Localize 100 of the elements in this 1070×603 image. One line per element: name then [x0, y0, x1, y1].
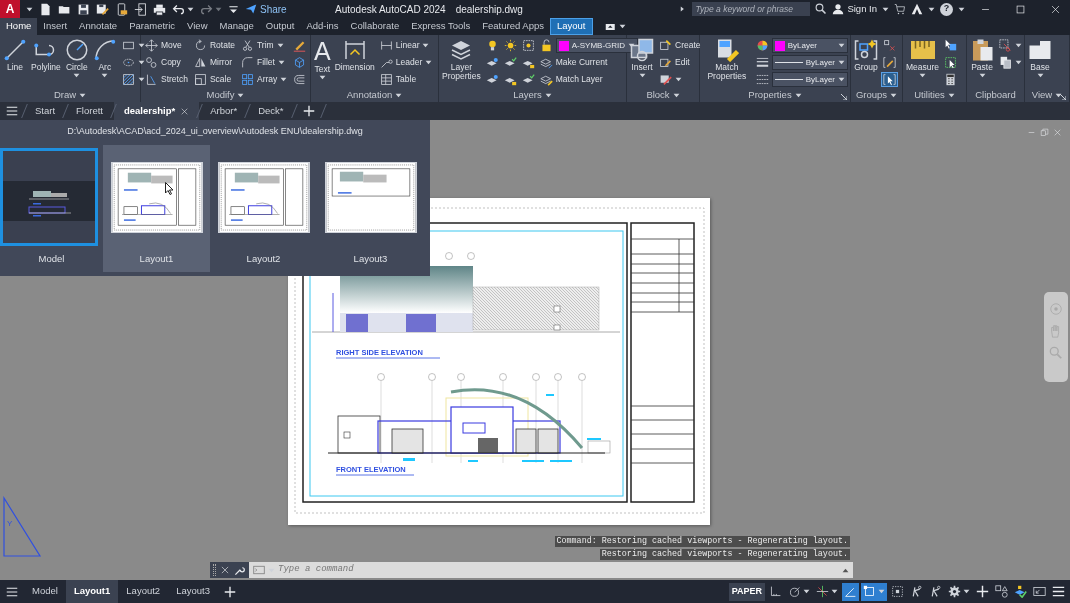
ribbon-button[interactable]: Leader	[377, 55, 435, 70]
layout-tab[interactable]: Layout2	[118, 580, 169, 603]
ribbon-button[interactable]: Make Current	[537, 55, 610, 70]
bar-caret-icon[interactable]	[228, 3, 239, 15]
ribbon-button[interactable]: Stretch	[143, 72, 190, 87]
icon-button[interactable]	[881, 72, 898, 87]
dropdown-field[interactable]: A-SYMB-GRID	[555, 38, 639, 53]
model-tab[interactable]: Model	[24, 580, 66, 603]
ribbon-tab[interactable]: View	[181, 18, 214, 35]
ribbon-button[interactable]: Insert	[629, 38, 655, 78]
ribbon-button[interactable]: Dimension	[333, 38, 376, 72]
wrench-icon[interactable]	[234, 564, 245, 576]
ribbon-tab[interactable]: Manage	[213, 18, 260, 35]
ribbon-tab[interactable]: Output	[259, 18, 301, 35]
ribbon-button[interactable]: Base	[1027, 38, 1053, 78]
panel-title[interactable]: View	[1031, 87, 1063, 103]
ribbon-button[interactable]: Trim	[239, 38, 286, 53]
quick-access-button[interactable]	[134, 2, 147, 16]
help-button[interactable]: ?	[940, 2, 953, 16]
command-line-field[interactable]: Type a command	[249, 562, 853, 578]
dropdown-field[interactable]: ByLayer	[771, 38, 848, 53]
status-button[interactable]	[842, 582, 859, 601]
ribbon-button[interactable]: Group	[853, 38, 879, 72]
app-logo[interactable]: A	[0, 0, 20, 18]
file-tab[interactable]: dealership*	[114, 102, 200, 120]
ribbon-button[interactable]: Fillet	[239, 55, 287, 70]
dialog-launcher-icon[interactable]	[841, 94, 847, 100]
layout-preview-item[interactable]: Layout1	[103, 145, 210, 272]
menu-icon[interactable]	[6, 585, 18, 598]
quick-access-button[interactable]	[115, 2, 128, 16]
plus-icon[interactable]	[302, 105, 315, 117]
panel-title[interactable]: Block	[646, 87, 680, 103]
panel-title[interactable]: Draw	[53, 87, 87, 103]
panel-title[interactable]: Groups	[855, 87, 898, 103]
ribbon-button[interactable]: Move	[143, 38, 184, 53]
ribbon-button[interactable]: Arc	[91, 38, 118, 78]
panel-title[interactable]: Layers	[513, 87, 552, 103]
menu-icon[interactable]	[6, 105, 18, 117]
panel-title[interactable]: Annotation	[346, 87, 403, 103]
plus-icon[interactable]	[223, 585, 236, 598]
ribbon-tab[interactable]: Layout	[549, 18, 593, 35]
ribbon-tab[interactable]: Insert	[37, 18, 74, 35]
ribbon-button[interactable]: Create	[657, 38, 703, 53]
ribbon-button[interactable]: Array	[239, 72, 290, 87]
ribbon-button[interactable]: Circle	[63, 38, 90, 78]
ribbon-button[interactable]: Paste	[969, 38, 995, 78]
layout-preview-item[interactable]: Layout2	[210, 145, 317, 272]
status-button[interactable]	[861, 582, 887, 601]
ribbon-button[interactable]: Polyline	[30, 38, 62, 72]
close-icon[interactable]	[220, 565, 230, 575]
status-button[interactable]: PAPER	[728, 582, 765, 601]
panel-title[interactable]: Modify	[206, 87, 245, 103]
ribbon-button[interactable]: A Text	[313, 38, 332, 80]
icon-button[interactable]	[997, 38, 1024, 53]
ribbon-button[interactable]: Copy	[143, 55, 183, 70]
panel-title[interactable]: Utilities	[914, 87, 955, 103]
file-tab[interactable]: Florett	[66, 102, 113, 120]
ribbon-tab[interactable]: Collaborate	[344, 18, 406, 35]
ribbon-button[interactable]: Edit	[657, 55, 692, 70]
panel-title[interactable]: Clipboard	[975, 87, 1016, 103]
cart-icon[interactable]	[894, 3, 906, 15]
close-icon[interactable]	[180, 106, 190, 116]
file-tab[interactable]: Arbor*	[200, 102, 248, 120]
layout-preview-item[interactable]: Model	[0, 145, 103, 272]
ribbon-button[interactable]: Rotate	[191, 38, 237, 53]
ribbon-button[interactable]: Match Layer	[537, 72, 605, 87]
sign-in-button[interactable]: Sign In	[832, 1, 877, 17]
quick-access-button[interactable]	[153, 2, 166, 16]
layout-tab[interactable]: Layout3	[168, 580, 218, 603]
ribbon-tab[interactable]: Annotate	[73, 18, 124, 35]
ribbon-tab[interactable]: Parametric	[123, 18, 182, 35]
ribbon-tab[interactable]: Featured Apps	[476, 18, 550, 35]
ribbon-button[interactable]: Line	[2, 38, 28, 72]
ribbon-button[interactable]: Scale	[191, 72, 234, 87]
quick-access-button[interactable]	[96, 2, 109, 16]
share-button[interactable]: Share	[245, 1, 287, 17]
ribbon-tab[interactable]: Home	[0, 18, 38, 35]
status-button[interactable]	[993, 582, 1010, 601]
ribbon-tab[interactable]: Add-ins	[300, 18, 345, 35]
ribbon-button[interactable]: Measure	[905, 38, 941, 78]
ribbon-tab[interactable]: Express Tools	[405, 18, 477, 35]
panel-title[interactable]: Properties	[748, 87, 802, 103]
dropdown-field[interactable]: ByLayer	[771, 55, 848, 70]
ribbon-button[interactable]: Match Properties	[702, 38, 752, 81]
dropdown-field[interactable]: ByLayer	[771, 72, 848, 87]
quick-access-button[interactable]	[39, 2, 52, 16]
ribbon-button[interactable]: Mirror	[191, 55, 235, 70]
ribbon-button[interactable]: Layer Properties	[441, 38, 482, 81]
search-field[interactable]: Type a keyword or phrase	[692, 2, 811, 16]
triangle-logo-icon[interactable]	[911, 3, 923, 15]
file-tab[interactable]: Deck*	[248, 102, 294, 120]
ribbon-button[interactable]: Table	[377, 72, 419, 87]
icon-button[interactable]	[881, 38, 898, 53]
file-tab[interactable]: Start	[25, 102, 66, 120]
search-icon[interactable]	[815, 3, 828, 15]
quick-access-button[interactable]	[172, 2, 194, 16]
icon-button[interactable]	[881, 55, 898, 70]
quick-access-button[interactable]	[77, 2, 90, 16]
ribbon-button[interactable]: Linear	[377, 38, 432, 53]
layout-tab[interactable]: Layout1	[65, 580, 119, 603]
